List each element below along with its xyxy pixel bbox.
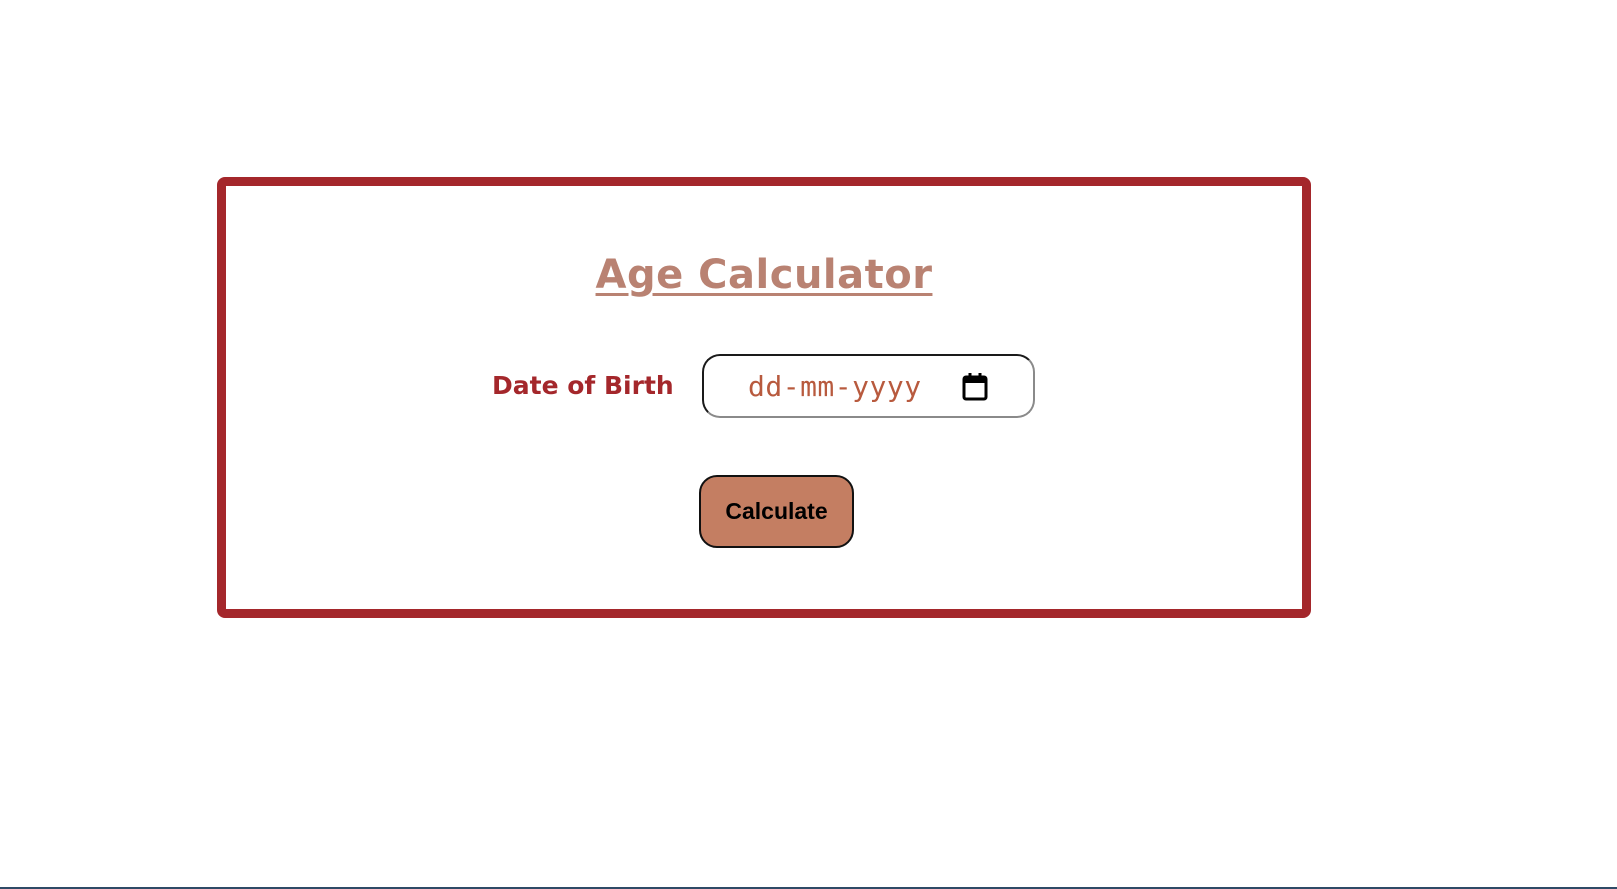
page-title: Age Calculator — [595, 252, 933, 298]
dob-placeholder: dd-mm-yyyy — [748, 370, 922, 403]
dob-label: Date of Birth — [492, 371, 674, 400]
page: Age Calculator Date of Birth dd-mm-yyyy … — [0, 0, 1617, 889]
dob-date-input[interactable]: dd-mm-yyyy — [702, 354, 1035, 418]
calculate-button[interactable]: Calculate — [699, 475, 854, 548]
calendar-icon[interactable] — [961, 372, 989, 402]
age-calculator-card: Age Calculator Date of Birth dd-mm-yyyy … — [217, 177, 1311, 618]
dob-row: Date of Birth dd-mm-yyyy — [226, 354, 1302, 418]
